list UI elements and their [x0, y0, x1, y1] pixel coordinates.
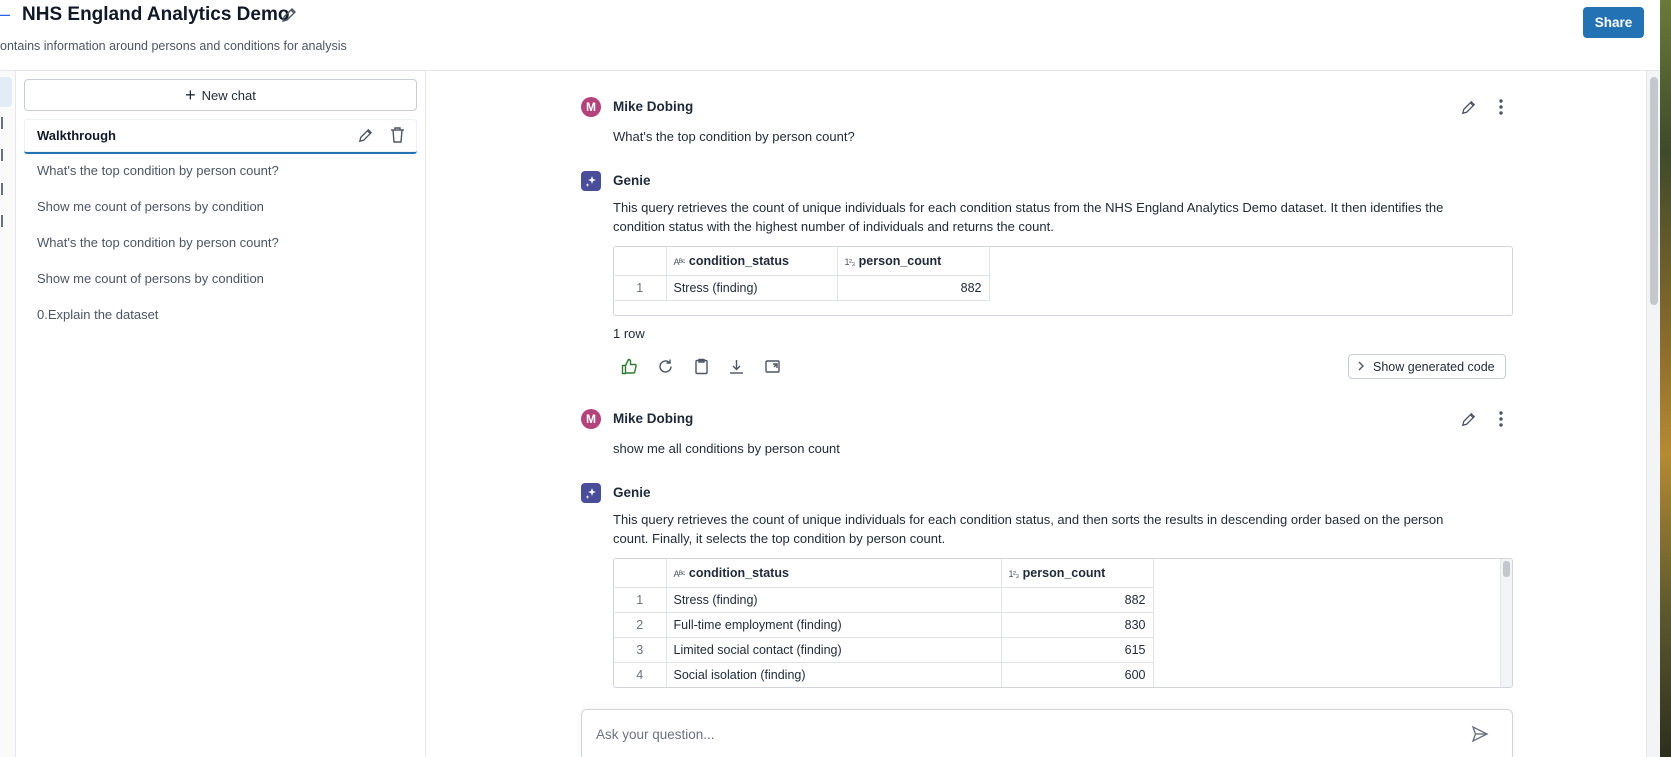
message-sender: Genie [613, 173, 651, 188]
refresh-icon[interactable] [655, 356, 675, 376]
message-sender: Mike Dobing [613, 99, 694, 114]
table-cell: 615 [1001, 637, 1154, 663]
row-index: 1 [614, 587, 667, 613]
back-arrow-icon[interactable]: – [0, 4, 10, 25]
rail-icon[interactable] [1, 215, 5, 227]
user-avatar: M [581, 409, 601, 429]
genie-sparkle-icon [581, 483, 601, 503]
table-cell: 882 [1001, 587, 1154, 613]
chat-item-active[interactable]: Walkthrough [24, 119, 417, 154]
user-avatar: M [581, 97, 601, 117]
user-question: What's the top condition by person count… [613, 129, 855, 144]
index-header [614, 247, 667, 276]
rail-icon[interactable] [1, 183, 5, 195]
row-index: 2 [614, 612, 667, 638]
copy-icon[interactable] [691, 356, 711, 376]
rail-icon[interactable] [1, 117, 5, 129]
more-options-icon[interactable] [1492, 410, 1510, 428]
table-cell: 882 [837, 275, 990, 301]
question-input[interactable] [596, 722, 1436, 746]
table-row: 1 Stress (finding) 882 [614, 275, 990, 301]
send-icon[interactable] [1471, 725, 1491, 745]
left-rail [0, 71, 16, 757]
table-row: 1 Stress (finding) 882 [614, 587, 1154, 613]
page-scrollbar[interactable] [1646, 71, 1660, 757]
question-composer [581, 709, 1513, 757]
edit-title-icon[interactable] [280, 6, 298, 24]
rail-active-item[interactable] [0, 77, 12, 107]
column-header[interactable]: Aᴮᶜ condition_status [666, 559, 1002, 588]
result-table-container: Aᴮᶜ condition_status 1²₃ person_count 1 St… [613, 558, 1513, 688]
chat-item-label: Walkthrough [37, 128, 116, 143]
table-row: 4 Social isolation (finding) 600 [614, 662, 1154, 687]
message-sender: Mike Dobing [613, 411, 694, 426]
chat-history-item[interactable]: 0.Explain the dataset [37, 307, 158, 322]
genie-answer-line: This query retrieves the count of unique… [613, 512, 1444, 527]
chat-history-item[interactable]: Show me count of persons by condition [37, 271, 264, 286]
number-type-icon: 1²₃ [844, 256, 856, 267]
table-cell: 600 [1001, 662, 1154, 687]
edit-message-icon[interactable] [1459, 98, 1477, 116]
plus-icon: + [185, 85, 196, 105]
table-header-row: Aᴮᶜ condition_status 1²₃ person_count [614, 247, 990, 276]
genie-answer-line: condition status with the highest number… [613, 219, 1054, 234]
row-count: 1 row [613, 326, 645, 341]
row-index: 3 [614, 637, 667, 663]
text-type-icon: Aᴮᶜ [673, 568, 686, 579]
page-subtitle: ontains information around persons and c… [0, 39, 347, 53]
result-table-container: Aᴮᶜ condition_status 1²₃ person_count 1 St… [613, 246, 1513, 316]
result-table: Aᴮᶜ condition_status 1²₃ person_count 1 St… [614, 559, 1154, 687]
page-title: NHS England Analytics Demo [22, 4, 290, 25]
table-cell: Social isolation (finding) [666, 662, 1002, 687]
number-type-icon: 1²₃ [1008, 568, 1020, 579]
row-index: 1 [614, 275, 667, 301]
edit-chat-icon[interactable] [357, 127, 374, 147]
more-options-icon[interactable] [1492, 98, 1510, 116]
rail-icon[interactable] [1, 149, 5, 161]
table-cell: Stress (finding) [666, 587, 1002, 613]
column-header[interactable]: Aᴮᶜ condition_status [666, 247, 838, 276]
column-header[interactable]: 1²₃ person_count [837, 247, 990, 276]
desktop-background [1660, 0, 1671, 757]
table-cell: Stress (finding) [666, 275, 838, 301]
table-header-row: Aᴮᶜ condition_status 1²₃ person_count [614, 559, 1154, 588]
share-button[interactable]: Share [1583, 7, 1644, 38]
table-row: 2 Full-time employment (finding) 830 [614, 612, 1154, 638]
index-header [614, 559, 667, 588]
text-type-icon: Aᴮᶜ [673, 256, 686, 267]
chat-sidebar: + New chat Walkthrough What's the top co… [16, 71, 426, 757]
top-bar: – NHS England Analytics Demo ontains inf… [0, 0, 1660, 71]
new-chat-button[interactable]: + New chat [24, 79, 417, 111]
page-scroll-thumb[interactable] [1650, 77, 1658, 305]
delete-chat-icon[interactable] [389, 126, 406, 147]
show-generated-code-button[interactable]: Show generated code [1348, 354, 1506, 379]
chat-history-item[interactable]: What's the top condition by person count… [37, 235, 279, 250]
open-in-new-icon[interactable] [762, 356, 782, 376]
table-cell: 830 [1001, 612, 1154, 638]
chat-history-item[interactable]: What's the top condition by person count… [37, 163, 279, 178]
user-question: show me all conditions by person count [613, 441, 840, 456]
genie-answer-line: This query retrieves the count of unique… [613, 200, 1444, 215]
table-row: 3 Limited social contact (finding) 615 [614, 637, 1154, 663]
edit-message-icon[interactable] [1459, 410, 1477, 428]
chevron-right-icon [1357, 360, 1365, 374]
chat-history-item[interactable]: Show me count of persons by condition [37, 199, 264, 214]
message-sender: Genie [613, 485, 651, 500]
column-header[interactable]: 1²₃ person_count [1001, 559, 1154, 588]
genie-sparkle-icon [581, 171, 601, 191]
table-cell: Full-time employment (finding) [666, 612, 1002, 638]
table-scrollbar[interactable] [1500, 559, 1512, 687]
download-icon[interactable] [726, 356, 746, 376]
row-index: 4 [614, 662, 667, 687]
table-scroll-thumb[interactable] [1503, 561, 1510, 577]
genie-answer-line: count. Finally, it selects the top condi… [613, 531, 946, 546]
new-chat-label: New chat [201, 87, 256, 103]
show-code-label: Show generated code [1373, 359, 1495, 374]
thumbs-up-icon[interactable] [619, 356, 639, 376]
result-table: Aᴮᶜ condition_status 1²₃ person_count 1 St… [614, 247, 990, 301]
table-cell: Limited social contact (finding) [666, 637, 1002, 663]
